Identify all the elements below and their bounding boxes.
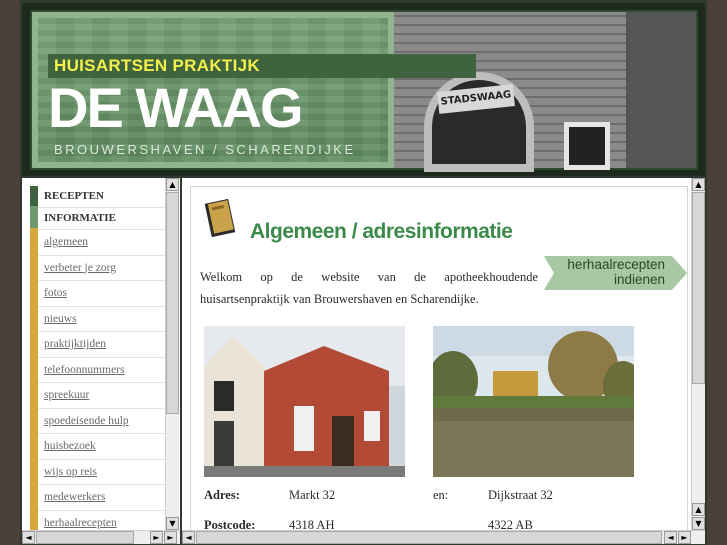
content-scroll-up-button-2[interactable]: ▲ [692,503,705,516]
sidebar-item-fotos[interactable]: fotos [38,281,168,307]
sidebar-scroll-right-button-2[interactable]: ► [164,531,177,544]
sidebar-header-recepten: RECEPTEN [38,186,168,208]
sidebar-scroll-left-button[interactable]: ◄ [22,531,35,544]
practice-location: BROUWERSHAVEN / SCHARENDIJKE [54,142,356,157]
sidebar-item-verbeter-je-zorg[interactable]: verbeter je zorg [38,256,168,281]
cta-line1: herhaalrecepten [567,257,665,272]
address-value-dijkstraat: Dijkstraat 32 [488,488,553,502]
sidebar-item-medewerkers[interactable]: medewerkers [38,485,168,511]
content-vertical-scrollbar[interactable]: ▲ ▲ ▼ [691,178,705,530]
sidebar-horizontal-scrollbar[interactable]: ◄ ► ► [22,530,180,544]
page-title: Algemeen / adresinformatie [250,220,513,243]
sidebar-vertical-scrollbar[interactable]: ▲ ▼ [165,178,179,530]
practice-subtitle: HUISARTSEN PRAKTIJK [54,56,260,75]
sidebar-item-praktijktijden[interactable]: praktijktijden [38,332,168,358]
address-label: Adres: [204,488,240,502]
content-scroll-thumb[interactable] [692,192,705,384]
content-scroll-left-button[interactable]: ◄ [182,531,195,544]
header-banner: STADSWAAG HUISARTSEN PRAKTIJK DE WAAG BR… [22,3,705,176]
herhaalrecepten-indienen-link[interactable]: herhaalrecepten indienen [544,257,665,287]
sidebar-accent-strip [30,186,38,530]
sidebar-hscroll-thumb[interactable] [36,531,134,544]
sidebar-header-informatie: INFORMATIE [38,208,168,230]
content-scroll-left-button-2[interactable]: ◄ [664,531,677,544]
sidebar-scroll-up-button[interactable]: ▲ [166,178,179,191]
sidebar-item-spreekuur[interactable]: spreekuur [38,383,168,409]
content-scroll-up-button[interactable]: ▲ [692,178,705,191]
welcome-text: Welkom op de website van de apotheekhoud… [200,270,538,306]
sidebar-item-algemeen[interactable]: algemeen [38,230,168,256]
sidebar-item-wijs-op-reis[interactable]: wijs op reis [38,460,168,485]
banner-image: STADSWAAG HUISARTSEN PRAKTIJK DE WAAG BR… [30,10,698,172]
address-value-markt: Markt 32 [289,488,336,502]
sidebar-item-spoedeisende-hulp[interactable]: spoedeisende hulp [38,409,168,434]
content-hscroll-thumb[interactable] [196,531,662,544]
sidebar-nav: RECEPTEN INFORMATIE algemeen verbeter je… [22,178,180,536]
main-content: Algemeen / adresinformatie herhaalrecept… [182,178,705,532]
sidebar-scroll-right-button[interactable]: ► [150,531,163,544]
sidebar-menu: RECEPTEN INFORMATIE algemeen verbeter je… [38,186,168,536]
building-gable [626,12,696,168]
practice-name: DE WAAG [48,76,304,139]
address-en-label: en: [433,488,449,502]
content-scroll-down-button[interactable]: ▼ [692,517,705,530]
content-horizontal-scrollbar[interactable]: ◄ ◄ ► [182,530,705,544]
book-icon [204,198,236,238]
sidebar-scroll-thumb[interactable] [166,192,179,414]
sidebar-scroll-down-button[interactable]: ▼ [166,517,179,530]
sidebar-item-telefoonnummers[interactable]: telefoonnummers [38,358,168,383]
cta-line2: indienen [613,272,665,287]
content-scroll-right-button[interactable]: ► [678,531,691,544]
building-window [564,122,610,170]
sidebar-item-huisbezoek[interactable]: huisbezoek [38,434,168,460]
building-photo-markt [204,326,405,477]
building-photo-dijkstraat [433,326,634,477]
sidebar-item-nieuws[interactable]: nieuws [38,307,168,332]
banner-building-photo: STADSWAAG [394,12,696,172]
